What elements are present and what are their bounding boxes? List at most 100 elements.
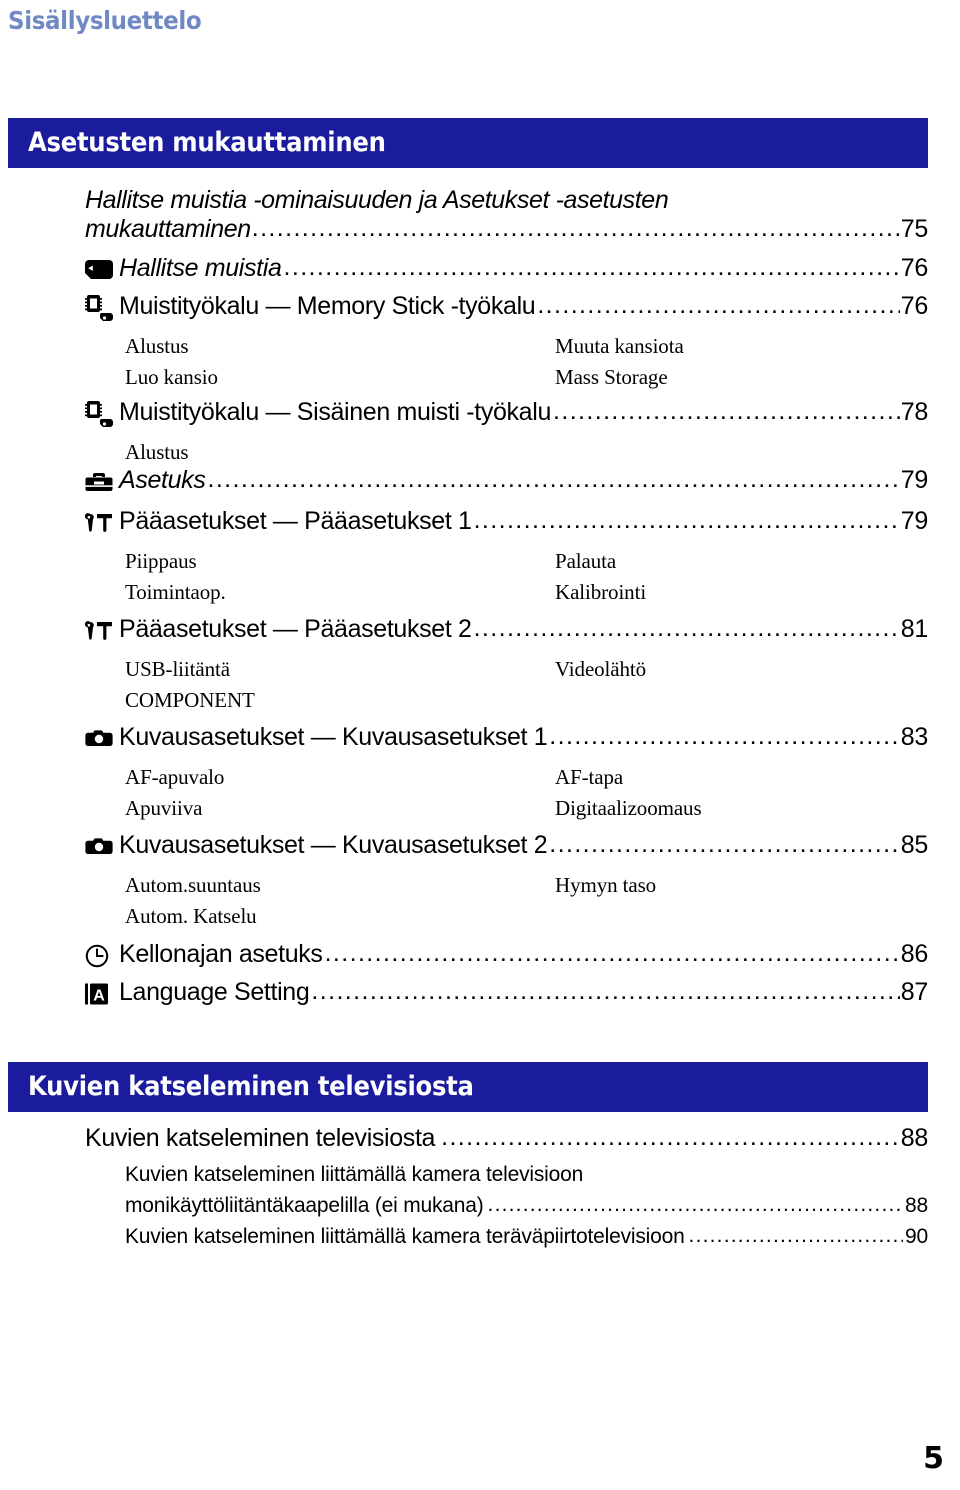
toc-subitem-right: Palauta — [555, 549, 617, 573]
wrench-hammer-icon — [85, 512, 119, 534]
section-banner-label: Asetusten mukauttaminen — [28, 127, 386, 158]
toc-entry-muistityokalu-memory-stick[interactable]: Muistityökalu — Memory Stick -työkalu ..… — [85, 291, 929, 321]
internal-memory-tool-icon — [85, 400, 119, 427]
language-a-icon: A — [85, 982, 119, 1006]
leader-dots: ........................................… — [207, 465, 900, 493]
toc-subitems-kuvausasetukset-2: Autom.suuntaus Hymyn taso Autom. Katselu — [125, 873, 925, 935]
toc-entry-label: Hallitse muistia — [119, 254, 282, 282]
toc-subentry-label: Kuvien katseleminen liittämällä kamera t… — [125, 1225, 685, 1248]
leader-dots: ........................................… — [324, 939, 900, 967]
running-head: Sisällysluettelo — [8, 6, 202, 35]
toc-subitem-right: Mass Storage — [555, 365, 668, 389]
toc-subitem-left: COMPONENT — [125, 688, 255, 712]
toc-subentries-television: Kuvien katseleminen liittämällä kamera t… — [125, 1163, 928, 1256]
section-banner-label: Kuvien katseleminen televisiosta — [28, 1071, 474, 1102]
clock-icon — [85, 944, 119, 968]
toc-subitem-row: Luo kansio Mass Storage — [125, 365, 925, 396]
toc-entry-kuvausasetukset-2[interactable]: Kuvausasetukset — Kuvausasetukset 2 ....… — [85, 830, 929, 860]
toc-subitems-kuvausasetukset-1: AF-apuvalo AF-tapa Apuviiva Digitaalizoo… — [125, 765, 925, 827]
toc-subitem-row: Autom.suuntaus Hymyn taso — [125, 873, 925, 904]
toc-entry-page-number: 86 — [900, 940, 929, 968]
toc-subitem-row: USB-liitäntä Videolähtö — [125, 657, 925, 688]
toc-entry-label-line1: Hallitse muistia -ominaisuuden ja Asetuk… — [85, 186, 669, 214]
toc-entry-page-number: 75 — [900, 215, 929, 243]
toc-subitem-row: Autom. Katselu — [125, 904, 925, 935]
toc-subitem-left: AF-apuvalo — [125, 765, 225, 789]
toc-entry-kuvien-katseleminen-televisiosta[interactable]: Kuvien katseleminen televisiosta .......… — [85, 1123, 929, 1153]
toc-subitem-row: Alustus Muuta kansiota — [125, 334, 925, 365]
toc-subitem-left: Luo kansio — [125, 365, 218, 389]
toc-entry-page-number: 83 — [900, 723, 929, 751]
toc-entry-page-number: 88 — [900, 1124, 929, 1152]
page-number: 5 — [923, 1441, 944, 1476]
toc-subitem-right: Digitaalizoomaus — [555, 796, 702, 820]
toc-subentry-page-number: 88 — [905, 1194, 928, 1217]
toc-entry-paaasetukset-2[interactable]: Pääasetukset — Pääasetukset 2 ..........… — [85, 614, 929, 644]
toc-subitem-right: Videolähtö — [555, 657, 647, 681]
toc-subentry-page-number: 90 — [905, 1225, 928, 1248]
toc-subitem-left: Alustus — [125, 440, 189, 464]
toc-subitems-memory-stick: Alustus Muuta kansiota Luo kansio Mass S… — [125, 334, 925, 396]
wrench-hammer-icon — [85, 620, 119, 642]
toc-entry-label: Muistityökalu — Sisäinen muisti -työkalu — [119, 398, 551, 426]
toc-subitem-row: Apuviiva Digitaalizoomaus — [125, 796, 925, 827]
toc-subitem-left: Piippaus — [125, 549, 197, 573]
toc-entry-page-number: 81 — [900, 615, 929, 643]
toc-subitem-left: Alustus — [125, 334, 189, 358]
leader-dots: ........................................… — [473, 614, 900, 642]
toc-subitem-left: Autom.suuntaus — [125, 873, 261, 897]
toc-subitem-row: COMPONENT — [125, 688, 925, 719]
toc-entry-label: Muistityökalu — Memory Stick -työkalu — [119, 292, 536, 320]
svg-text:A: A — [93, 987, 105, 1004]
toc-entry-label-line2: mukauttaminen — [85, 215, 251, 243]
toc-entry-label: Kellonajan asetuks — [119, 940, 323, 968]
toc-entry-page-number: 76 — [900, 292, 929, 320]
section-banner-asetusten-mukauttaminen: Asetusten mukauttaminen — [8, 118, 928, 168]
toc-entry-asetuks[interactable]: Asetuks ................................… — [85, 465, 929, 495]
toc-entry-muistityokalu-sisainen-muisti[interactable]: Muistityökalu — Sisäinen muisti -työkalu… — [85, 397, 928, 427]
toc-entry-hallitse-muistia[interactable]: Hallitse muistia .......................… — [85, 253, 929, 283]
toc-entry-page-number: 85 — [900, 831, 929, 859]
toc-entry-label: Asetuks — [119, 466, 206, 494]
toc-subentry[interactable]: Kuvien katseleminen liittämällä kamera t… — [125, 1224, 928, 1256]
leader-dots: ........................................… — [311, 977, 900, 1005]
leader-dots: ........................................… — [473, 506, 900, 534]
toc-subentry[interactable]: Kuvien katseleminen liittämällä kamera t… — [125, 1163, 928, 1194]
section-banner-kuvien-katseleminen-televisiosta: Kuvien katseleminen televisiosta — [8, 1062, 928, 1112]
toc-subitem-left: Autom. Katselu — [125, 904, 257, 928]
toolbox-icon — [85, 471, 119, 493]
toc-subitems-paaasetukset-2: USB-liitäntä Videolähtö COMPONENT — [125, 657, 925, 719]
toc-subitem-row: Piippaus Palauta — [125, 549, 925, 580]
toc-entry-label: Kuvausasetukset — Kuvausasetukset 2 — [119, 831, 548, 859]
camera-icon — [85, 836, 119, 857]
toc-entry-page-number: 79 — [900, 507, 929, 535]
toc-subitem-right: Hymyn taso — [555, 873, 657, 897]
toc-entry-language-setting[interactable]: A Language Setting .....................… — [85, 977, 929, 1007]
toc-subitem-left: Apuviiva — [125, 796, 203, 820]
toc-subentry-label: Kuvien katseleminen liittämällä kamera t… — [125, 1163, 584, 1186]
toc-entry-page-number: 87 — [900, 978, 929, 1006]
leader-dots: ........................................… — [441, 1123, 899, 1151]
toc-subitem-right: Kalibrointi — [555, 580, 647, 604]
leader-dots: ........................................… — [537, 291, 899, 319]
toc-entry-paaasetukset-1[interactable]: Pääasetukset — Pääasetukset 1 ..........… — [85, 506, 929, 536]
toc-entry-kellonajan-asetuks[interactable]: Kellonajan asetuks .....................… — [85, 939, 929, 969]
toc-entry-hallitse-muistia-asetukset[interactable]: Hallitse muistia -ominaisuuden ja Asetuk… — [85, 186, 928, 244]
toc-entry-page-number: 79 — [900, 466, 929, 494]
leader-dots: ........................................… — [688, 1224, 903, 1247]
toc-entry-label: Language Setting — [119, 978, 310, 1006]
toc-subitem-right: Muuta kansiota — [555, 334, 684, 358]
memory-stick-tool-icon — [85, 294, 119, 321]
toc-subitem-row: Toimintaop. Kalibrointi — [125, 580, 925, 611]
toc-entry-kuvausasetukset-1[interactable]: Kuvausasetukset — Kuvausasetukset 1 ....… — [85, 722, 929, 752]
toc-subitem-right: AF-tapa — [555, 765, 624, 789]
camera-icon — [85, 728, 119, 749]
leader-dots: ........................................… — [553, 397, 900, 425]
toc-subitem-row: AF-apuvalo AF-tapa — [125, 765, 925, 796]
toc-subentry[interactable]: monikäyttöliitäntäkaapelilla (ei mukana)… — [125, 1193, 928, 1225]
toc-subitem-left: Toimintaop. — [125, 580, 226, 604]
toc-entry-page-number: 76 — [900, 254, 929, 282]
toc-entry-label: Kuvien katseleminen televisiosta — [85, 1124, 436, 1152]
leader-dots: ........................................… — [549, 830, 900, 858]
leader-dots: ........................................… — [549, 722, 900, 750]
